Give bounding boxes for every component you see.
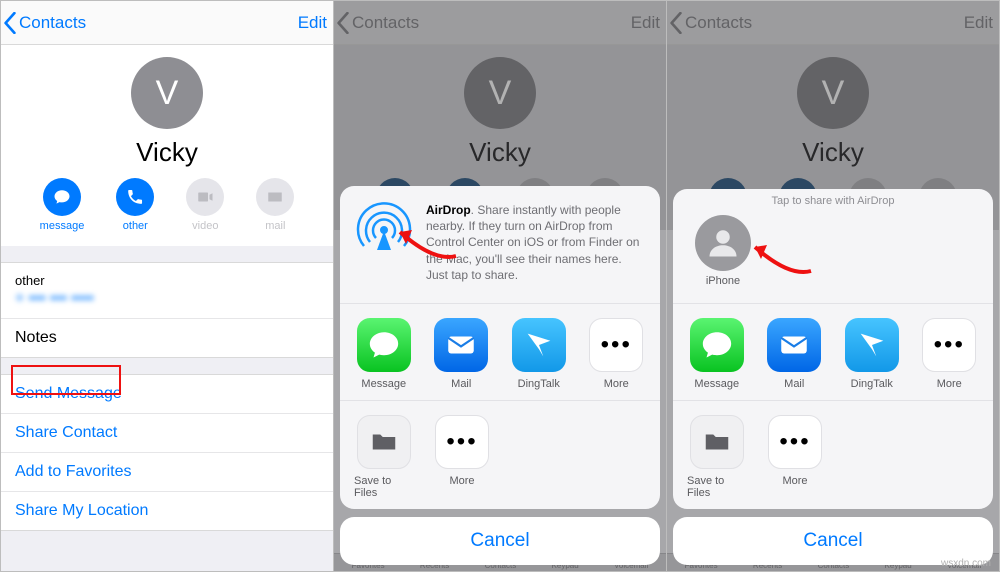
navbar: Contacts Edit (1, 1, 333, 45)
notes-row[interactable]: Notes (1, 319, 333, 357)
phone-section: other + ••• ••• •••• Notes (1, 262, 333, 358)
app-more[interactable]: ••• More (920, 318, 980, 390)
chevron-left-icon (3, 12, 17, 34)
call-action[interactable]: other (116, 178, 154, 232)
app-label: DingTalk (851, 378, 893, 390)
app-row-actions: Save to Files ••• More (340, 401, 660, 509)
share-sheet-card: Tap to share with AirDrop iPhone (673, 189, 993, 509)
airdrop-devices-row: Tap to share with AirDrop iPhone (673, 189, 993, 304)
app-message[interactable]: Message (687, 318, 747, 390)
app-save-to-files[interactable]: Save to Files (354, 415, 414, 499)
message-app-icon (357, 318, 411, 372)
share-contact-row[interactable]: Share Contact (1, 414, 333, 453)
app-label: More (604, 378, 629, 390)
add-to-favorites-row[interactable]: Add to Favorites (1, 453, 333, 492)
phone-row[interactable]: other + ••• ••• •••• (1, 263, 333, 319)
contact-name: Vicky (1, 137, 333, 168)
send-message-row[interactable]: Send Message (1, 375, 333, 414)
video-label: video (192, 220, 218, 232)
video-action[interactable]: video (186, 178, 224, 232)
message-label: message (40, 220, 85, 232)
arrow-annotation (749, 241, 819, 286)
contact-actions-section: Send Message Share Contact Add to Favori… (1, 374, 333, 531)
app-label: DingTalk (518, 378, 560, 390)
video-icon (186, 178, 224, 216)
airdrop-title: AirDrop (426, 203, 471, 217)
edit-button[interactable]: Edit (298, 13, 327, 33)
app-label: Mail (451, 378, 471, 390)
phone-icon (116, 178, 154, 216)
app-label: Save to Files (354, 475, 414, 499)
phone-field-label: other (15, 273, 319, 288)
dingtalk-app-icon (845, 318, 899, 372)
app-save-to-files[interactable]: Save to Files (687, 415, 747, 499)
airdrop-hint: Tap to share with AirDrop (772, 195, 895, 207)
back-button[interactable]: Contacts (3, 12, 86, 34)
message-app-icon (690, 318, 744, 372)
app-label: More (782, 475, 807, 487)
contact-avatar: V (131, 57, 203, 129)
quick-actions: message other video (1, 178, 333, 232)
airdrop-device-iphone[interactable]: iPhone (695, 215, 751, 287)
back-label: Contacts (19, 13, 86, 33)
app-row-share: Message Mail DingTalk ••• More (340, 304, 660, 401)
watermark: wsxdn.com (941, 558, 991, 569)
mail-label: mail (265, 220, 285, 232)
more-icon: ••• (435, 415, 489, 469)
mail-action[interactable]: mail (256, 178, 294, 232)
app-row-actions: Save to Files ••• More (673, 401, 993, 509)
app-label: Mail (784, 378, 804, 390)
app-more-actions[interactable]: ••• More (432, 415, 492, 499)
mail-icon (256, 178, 294, 216)
mail-app-icon (767, 318, 821, 372)
app-more[interactable]: ••• More (587, 318, 647, 390)
person-icon (695, 215, 751, 271)
app-label: More (937, 378, 962, 390)
app-message[interactable]: Message (354, 318, 414, 390)
app-mail[interactable]: Mail (765, 318, 825, 390)
message-icon (43, 178, 81, 216)
dingtalk-app-icon (512, 318, 566, 372)
screen-share-sheet-airdrop-info: Contacts Edit V Vicky Favorites Recents … (334, 1, 667, 571)
screen-share-sheet-airdrop-device: Contacts Edit V Vicky Favorites Recents … (667, 1, 999, 571)
app-dingtalk[interactable]: DingTalk (509, 318, 569, 390)
cancel-button[interactable]: Cancel (340, 517, 660, 565)
contact-header: V Vicky message other (1, 45, 333, 246)
message-action[interactable]: message (40, 178, 85, 232)
more-icon: ••• (589, 318, 643, 372)
airdrop-info-row: AirDrop. Share instantly with people nea… (340, 186, 660, 304)
share-sheet-card: AirDrop. Share instantly with people nea… (340, 186, 660, 509)
screen-contact-detail: Contacts Edit V Vicky message other (1, 1, 334, 571)
app-label: Save to Files (687, 475, 747, 499)
mail-app-icon (434, 318, 488, 372)
folder-icon (690, 415, 744, 469)
share-sheet: AirDrop. Share instantly with people nea… (340, 186, 660, 565)
device-label: iPhone (706, 275, 740, 287)
notes-label: Notes (15, 329, 319, 347)
phone-field-value: + ••• ••• •••• (15, 290, 319, 308)
app-row-share: Message Mail DingTalk ••• More (673, 304, 993, 401)
app-mail[interactable]: Mail (432, 318, 492, 390)
share-sheet: Tap to share with AirDrop iPhone (673, 189, 993, 565)
app-label: More (449, 475, 474, 487)
app-dingtalk[interactable]: DingTalk (842, 318, 902, 390)
call-label: other (123, 220, 148, 232)
airdrop-icon (356, 202, 412, 258)
more-icon: ••• (768, 415, 822, 469)
airdrop-text: AirDrop. Share instantly with people nea… (426, 202, 644, 283)
more-icon: ••• (922, 318, 976, 372)
app-label: Message (694, 378, 739, 390)
app-label: Message (361, 378, 406, 390)
share-location-row[interactable]: Share My Location (1, 492, 333, 530)
folder-icon (357, 415, 411, 469)
app-more-actions[interactable]: ••• More (765, 415, 825, 499)
